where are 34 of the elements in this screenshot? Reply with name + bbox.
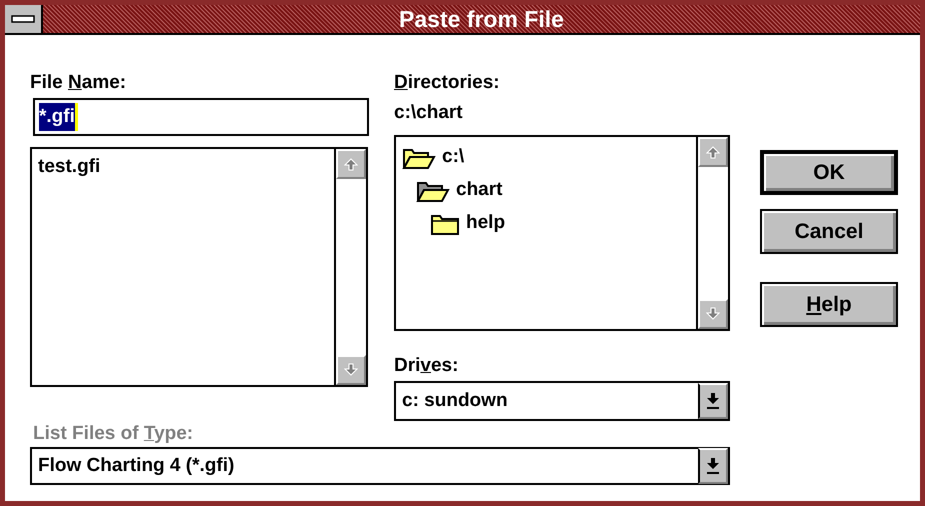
file-type-value: Flow Charting 4 (*.gfi)	[37, 454, 236, 478]
directory-list[interactable]: c:\ chart help	[394, 135, 730, 331]
up-arrow-icon	[706, 145, 720, 159]
down-arrow-icon	[344, 363, 358, 377]
scroll-up-button[interactable]	[698, 137, 728, 167]
scroll-down-button[interactable]	[336, 355, 366, 385]
file-type-label: List Files of Type:	[33, 423, 194, 445]
directory-path: c:\chart	[394, 102, 464, 124]
scroll-down-button[interactable]	[698, 299, 728, 329]
drive-value: c: sundown	[401, 388, 509, 413]
control-menu-button[interactable]	[5, 5, 43, 33]
dialog-button[interactable]: Help	[760, 282, 898, 327]
window-title: Paste from File	[398, 5, 565, 34]
drives-dropdown[interactable]: c: sundown	[394, 381, 730, 421]
minus-icon	[11, 14, 35, 24]
dropdown-button[interactable]	[698, 383, 728, 419]
dialog-button[interactable]: OK	[760, 150, 898, 195]
file-list[interactable]: test.gfi	[30, 147, 368, 387]
down-arrow-icon	[706, 457, 720, 475]
dropdown-button[interactable]	[698, 448, 728, 484]
dialog-button[interactable]: Cancel	[760, 209, 898, 254]
directories-label: Directories:	[394, 72, 501, 94]
down-arrow-icon	[706, 392, 720, 410]
file-name-field[interactable]: *.gfi	[33, 98, 369, 136]
drives-label: Drives:	[394, 355, 460, 377]
down-arrow-icon	[706, 307, 720, 321]
directory-item[interactable]: help	[466, 209, 506, 238]
directory-item[interactable]: c:\	[442, 143, 464, 172]
directory-item[interactable]: chart	[456, 176, 502, 205]
scroll-up-button[interactable]	[336, 149, 366, 179]
file-name-value: *.gfi	[39, 102, 78, 132]
file-item[interactable]: test.gfi	[38, 153, 100, 182]
file-name-label: File Name:	[30, 72, 128, 94]
up-arrow-icon	[344, 157, 358, 171]
